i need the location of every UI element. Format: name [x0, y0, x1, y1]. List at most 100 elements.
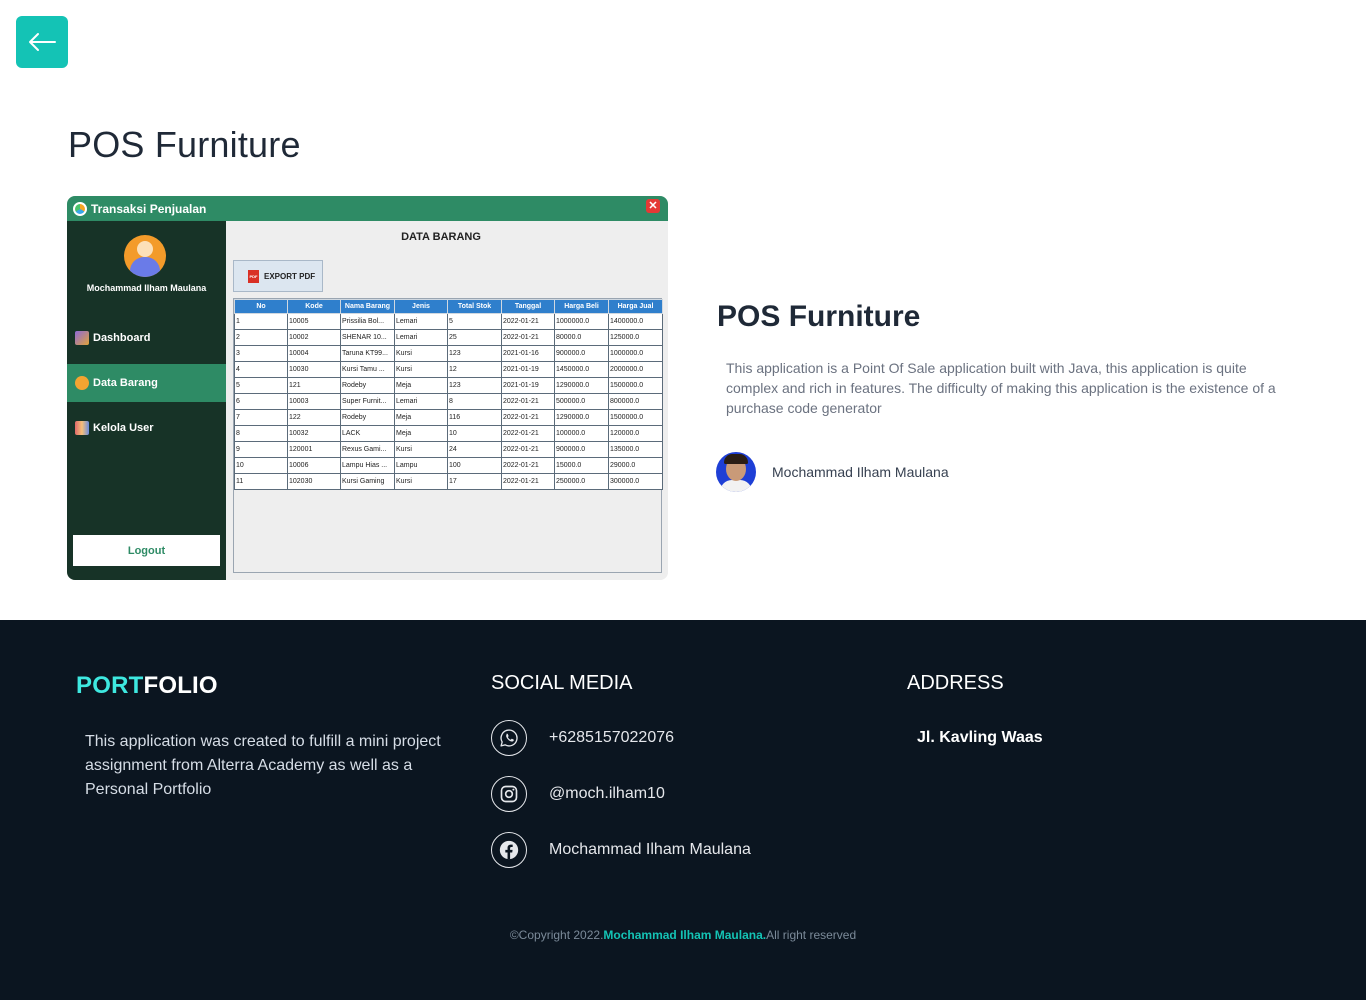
table-column-header: Nama Barang: [340, 299, 395, 314]
table-cell: 1500000.0: [608, 377, 663, 394]
table-cell: 116: [447, 409, 502, 426]
social-media-heading: SOCIAL MEDIA: [491, 672, 633, 694]
table-cell: Meja: [394, 409, 448, 426]
table-cell: 250000.0: [554, 473, 609, 490]
table-cell: 1290000.0: [554, 409, 609, 426]
table-cell: 7: [234, 409, 288, 426]
project-screenshot: Transaksi Penjualan ✕ Mochammad Ilham Ma…: [67, 196, 668, 580]
table-cell: 10: [447, 425, 502, 442]
table-cell: Kursi: [394, 473, 448, 490]
table-cell: 9: [234, 441, 288, 458]
table-cell: 1500000.0: [608, 409, 663, 426]
table-cell: 123: [447, 377, 502, 394]
table-cell: 2022-01-21: [501, 313, 555, 330]
table-cell: 1: [234, 313, 288, 330]
table-cell: 135000.0: [608, 441, 663, 458]
table-cell: 8: [447, 393, 502, 410]
social-whatsapp-link[interactable]: +6285157022076: [491, 720, 674, 756]
social-facebook-link[interactable]: Mochammad Ilham Maulana: [491, 832, 751, 868]
table-cell: Lemari: [394, 329, 448, 346]
table-cell: Kursi Tamu ...: [340, 361, 395, 378]
table-cell: 1450000.0: [554, 361, 609, 378]
table-cell: 2021-01-19: [501, 377, 555, 394]
table-cell: 1400000.0: [608, 313, 663, 330]
app-logo-icon: [73, 201, 87, 216]
table-cell: 29000.0: [608, 457, 663, 474]
table-cell: Lampu Hias ...: [340, 457, 395, 474]
app-menu-label: Dashboard: [93, 332, 151, 344]
back-button[interactable]: [16, 16, 68, 68]
arrow-left-icon: [29, 33, 56, 51]
table-row: 10 10006 Lampu Hias ... Lampu 100 2022-01-21 1…: [234, 457, 663, 474]
table-row: 8 10032 LACK Meja 10 2022-01-21 100000.0 120000…: [234, 425, 663, 442]
table-cell: 800000.0: [608, 393, 663, 410]
app-main: DATA BARANG PDF EXPORT PDF No Kode Nama Ba…: [227, 221, 668, 580]
table-row: 7 122 Rodeby Meja 116 2022-01-21 1290000.0 1500…: [234, 409, 663, 426]
table-row: 6 10003 Super Furnit... Lemari 8 2022-01-21 50…: [234, 393, 663, 410]
table-cell: 24: [447, 441, 502, 458]
table-cell: 10005: [287, 313, 341, 330]
table-column-header: Total Stok: [447, 299, 502, 314]
table-row: 4 10030 Kursi Tamu ... Kursi 12 2021-01-19 145…: [234, 361, 663, 378]
address-heading: ADDRESS: [907, 672, 1004, 694]
table-cell: Taruna KT99...: [340, 345, 395, 362]
table-column-header: Kode: [287, 299, 341, 314]
table-cell: 500000.0: [554, 393, 609, 410]
table-cell: 5: [447, 313, 502, 330]
app-titlebar: Transaksi Penjualan: [67, 196, 668, 221]
table-cell: 100000.0: [554, 425, 609, 442]
table-cell: Meja: [394, 425, 448, 442]
social-instagram-text: @moch.ilham10: [549, 785, 665, 802]
table-cell: 15000.0: [554, 457, 609, 474]
app-export-label: EXPORT PDF: [264, 271, 316, 281]
app-logout-button: Logout: [73, 535, 220, 566]
table-cell: 125000.0: [608, 329, 663, 346]
table-cell: Lampu: [394, 457, 448, 474]
table-cell: 2022-01-21: [501, 393, 555, 410]
app-menu-kelola-user: Kelola User: [67, 409, 226, 447]
table-cell: 10030: [287, 361, 341, 378]
table-cell: 1000000.0: [608, 345, 663, 362]
social-facebook-text: Mochammad Ilham Maulana: [549, 841, 751, 858]
table-cell: Meja: [394, 377, 448, 394]
pdf-icon: PDF: [248, 269, 259, 283]
brand-part-2: FOLIO: [143, 672, 218, 699]
author-name: Mochammad Ilham Maulana: [772, 464, 949, 480]
table-cell: Kursi: [394, 441, 448, 458]
whatsapp-icon: [491, 720, 527, 756]
app-table-container: No Kode Nama Barang Jenis Total Stok Tanggal H…: [233, 298, 663, 573]
table-cell: 2022-01-21: [501, 425, 555, 442]
app-heading: DATA BARANG: [401, 231, 481, 243]
author-avatar: [716, 452, 756, 492]
table-cell: 10: [234, 457, 288, 474]
footer-about: This application was created to fulfill …: [85, 733, 441, 798]
table-cell: 2022-01-21: [501, 329, 555, 346]
table-cell: 2022-01-21: [501, 409, 555, 426]
app-close-icon: ✕: [646, 199, 660, 213]
table-cell: 10002: [287, 329, 341, 346]
table-cell: 3: [234, 345, 288, 362]
table-column-header: Jenis: [394, 299, 448, 314]
table-cell: Lemari: [394, 313, 448, 330]
table-cell: 10006: [287, 457, 341, 474]
table-cell: Kursi: [394, 345, 448, 362]
app-window-title: Transaksi Penjualan: [91, 201, 207, 216]
facebook-icon: [491, 832, 527, 868]
instagram-icon: [491, 776, 527, 812]
table-cell: 900000.0: [554, 441, 609, 458]
social-instagram-link[interactable]: @moch.ilham10: [491, 776, 665, 812]
table-column-header: No: [234, 299, 288, 314]
footer-brand: PORTFOLIO: [76, 672, 218, 700]
brand-part-1: PORT: [76, 672, 144, 699]
table-row: 3 10004 Taruna KT99... Kursi 123 2021-01-16 90…: [234, 345, 663, 362]
users-icon: [75, 421, 89, 435]
table-column-header: Harga Beli: [554, 299, 609, 314]
table-cell: 1290000.0: [554, 377, 609, 394]
table-cell: 80000.0: [554, 329, 609, 346]
table-cell: 2022-01-21: [501, 457, 555, 474]
table-cell: 8: [234, 425, 288, 442]
table-cell: Kursi Gaming: [340, 473, 395, 490]
table-cell: 10004: [287, 345, 341, 362]
table-cell: 122: [287, 409, 341, 426]
table-cell: 2021-01-16: [501, 345, 555, 362]
